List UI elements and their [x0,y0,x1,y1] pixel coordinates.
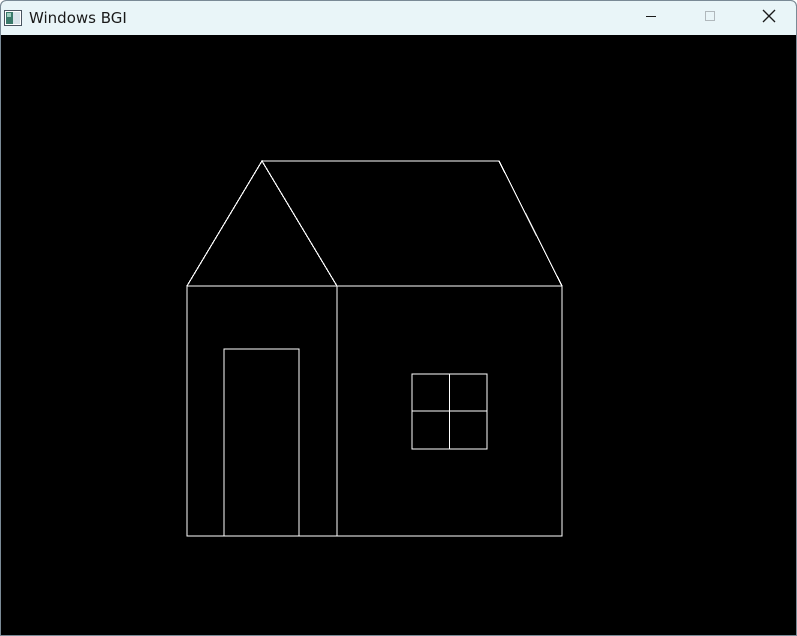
close-icon [762,9,776,28]
drawing-canvas[interactable] [1,35,796,635]
minimize-button[interactable] [628,1,674,35]
gable-roof [186,159,338,287]
maximize-button[interactable] [687,1,733,35]
door [223,348,300,536]
minimize-icon [645,9,657,27]
front-wall [186,285,338,537]
window-title: Windows BGI [29,9,127,27]
side-roof [262,160,563,287]
bgi-window: Windows BGI [0,0,797,636]
app-icon [4,10,22,26]
title-bar[interactable]: Windows BGI [1,1,796,35]
maximize-icon [704,9,716,27]
close-button[interactable] [746,1,792,35]
house-drawing [186,159,563,537]
